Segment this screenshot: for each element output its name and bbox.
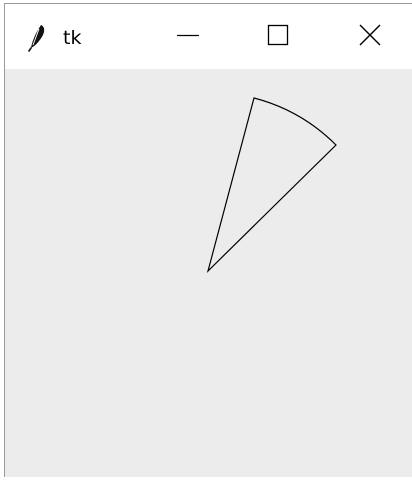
- maximize-icon: [267, 24, 289, 50]
- drawing-canvas[interactable]: [5, 69, 412, 477]
- close-button[interactable]: [323, 4, 412, 69]
- close-icon: [359, 24, 381, 50]
- minimize-button[interactable]: [141, 4, 235, 69]
- title-bar[interactable]: tk: [5, 4, 412, 69]
- window-title: tk: [63, 27, 82, 49]
- app-window: tk: [4, 3, 412, 477]
- canvas-drawing: [206, 97, 337, 273]
- feather-icon: [27, 24, 47, 52]
- arc-pieslice: [206, 97, 337, 273]
- minimize-icon: [176, 23, 200, 51]
- maximize-button[interactable]: [231, 4, 325, 69]
